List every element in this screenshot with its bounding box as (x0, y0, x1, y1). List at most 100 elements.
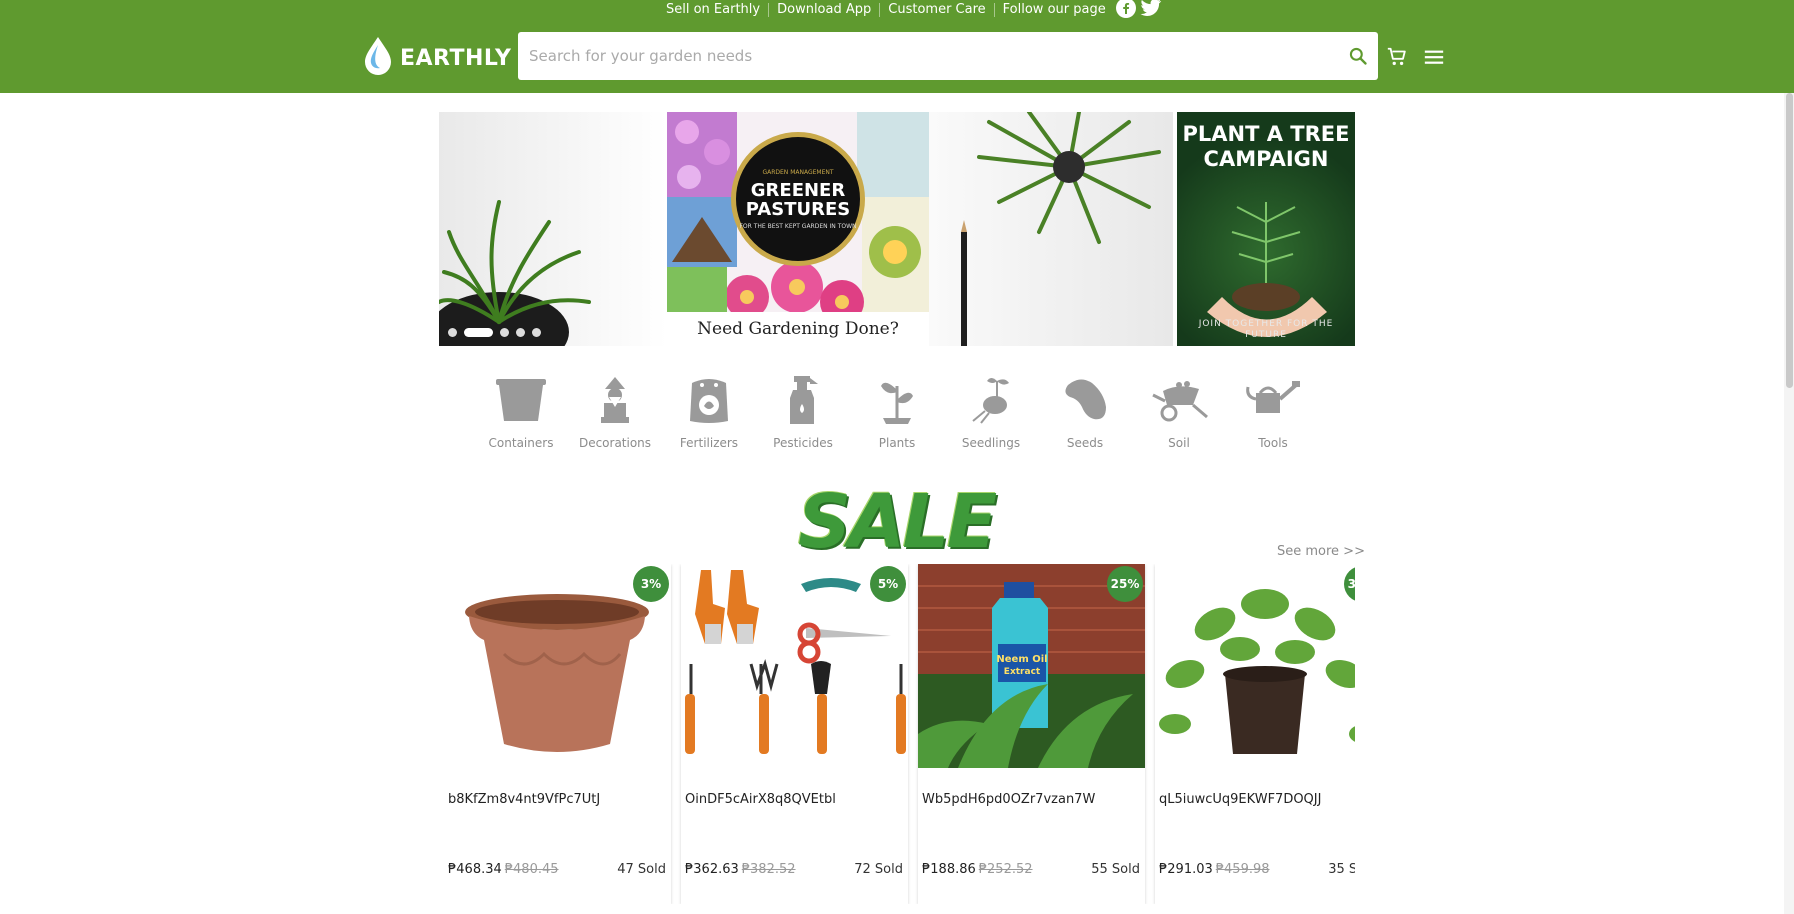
product-price: ₱468.34 ₱480.45 (448, 862, 559, 877)
carousel-slide-plant-a-tree: PLANT A TREE CAMPAIGN JOIN TOGETHER FOR … (1177, 112, 1355, 346)
category-label: Plants (878, 436, 916, 450)
carousel-dot-4[interactable] (516, 328, 525, 337)
search-icon[interactable] (1338, 32, 1378, 80)
product-card[interactable]: 3% b8KfZm8v4nt9VfPc7UtJ ₱468.34 ₱480.45 4… (444, 564, 671, 904)
see-more-link[interactable]: See more >> (1277, 544, 1365, 559)
seedling-icon (961, 372, 1021, 428)
customer-care-link[interactable]: Customer Care (880, 3, 995, 17)
facebook-icon[interactable] (1115, 0, 1136, 22)
product-name: Wb5pdH6pd0OZr7vzan7W (922, 792, 1096, 807)
sell-on-earthly-link[interactable]: Sell on Earthly (666, 3, 770, 17)
category-fertilizers[interactable]: Fertilizers (662, 372, 756, 462)
sale-product-list: 3% b8KfZm8v4nt9VfPc7UtJ ₱468.34 ₱480.45 4… (444, 564, 1355, 904)
sold-count: 35 Sold (1328, 862, 1355, 877)
product-name: b8KfZm8v4nt9VfPc7UtJ (448, 792, 601, 807)
join-together-footer: JOIN TOGETHER FOR THE FUTURE (1198, 319, 1334, 340)
fertilizer-icon (679, 372, 739, 428)
category-decorations[interactable]: Decorations (568, 372, 662, 462)
scrollbar-thumb[interactable] (1786, 93, 1793, 388)
product-name: qL5iuwcUq9EKWF7DOQJJ (1159, 792, 1322, 807)
discount-badge: 3% (633, 566, 669, 602)
category-label: Fertilizers (679, 436, 739, 450)
logo-text: EARTHLY (400, 45, 512, 71)
category-label: Tools (1258, 436, 1288, 450)
current-price: ₱362.63 (685, 862, 739, 877)
greener-pastures-subtitle: FOR THE BEST KEPT GARDEN IN TOWN (739, 222, 857, 230)
svg-text:Extract: Extract (1004, 667, 1041, 677)
category-label: Pesticides (773, 436, 833, 450)
sold-count: 72 Sold (854, 862, 903, 877)
sold-count: 47 Sold (617, 862, 666, 877)
garden-management-label: GARDEN MANAGEMENT (762, 168, 834, 176)
carousel-dot-2[interactable] (464, 328, 493, 337)
top-links-bar: Sell on Earthly Download App Customer Ca… (666, 0, 1162, 20)
greener-pastures-badge: GARDEN MANAGEMENT GREENER PASTURES FOR T… (731, 132, 865, 266)
carousel-dot-5[interactable] (532, 328, 541, 337)
sale-title: SALE (797, 479, 997, 565)
tools-icon (1243, 372, 1303, 428)
product-image-pothos: 37% (1155, 564, 1355, 768)
decoration-icon (585, 372, 645, 428)
current-price: ₱291.03 (1159, 862, 1213, 877)
category-pesticides[interactable]: Pesticides (756, 372, 850, 462)
seed-icon (1055, 372, 1115, 428)
category-seedlings[interactable]: Seedlings (944, 372, 1038, 462)
category-label: Seeds (1066, 436, 1104, 450)
need-gardening-caption: Need Gardening Done? (667, 312, 929, 346)
product-price: ₱188.86 ₱252.52 (922, 862, 1033, 877)
carousel-slide-plant-top (929, 112, 1173, 346)
svg-text:Neem Oil: Neem Oil (996, 654, 1047, 665)
greener-pastures-title: GREENER PASTURES (745, 179, 851, 220)
plant-icon (867, 372, 927, 428)
product-price: ₱291.03 ₱459.98 (1159, 862, 1270, 877)
search-bar (518, 32, 1378, 80)
water-drop-leaf-icon (362, 35, 394, 81)
category-label: Containers (488, 436, 554, 450)
menu-icon[interactable] (1421, 44, 1447, 70)
current-price: ₱468.34 (448, 862, 502, 877)
product-card[interactable]: 5% OinDF5cAirX8q8QVEtbl ₱362.63 ₱382.52 7… (681, 564, 908, 904)
follow-our-page-label: Follow our page (1002, 2, 1106, 17)
product-card[interactable]: 37% qL5iuwcUq9EKWF7DOQJJ ₱291.03₱459.98 … (1155, 564, 1355, 904)
category-containers[interactable]: Containers (474, 372, 568, 462)
original-price: ₱480.45 (504, 862, 559, 877)
category-bar: Containers Decorations Fertilizers Pesti… (474, 372, 1320, 462)
product-card[interactable]: Neem Oil Extract 25% Wb5pdH6pd0OZr7vzan7… (918, 564, 1145, 904)
product-image-neem-oil: Neem Oil Extract 25% (918, 564, 1145, 768)
pesticide-icon (773, 372, 833, 428)
download-app-link[interactable]: Download App (769, 3, 881, 17)
original-price: ₱382.52 (741, 862, 796, 877)
social-links (1115, 0, 1162, 22)
product-image-pot: 3% (444, 564, 671, 768)
category-label: Seedlings (961, 436, 1021, 450)
carousel-dot-1[interactable] (448, 328, 457, 337)
page-scrollbar[interactable] (1784, 93, 1794, 914)
carousel-slide-greener-pastures: GARDEN MANAGEMENT GREENER PASTURES FOR T… (667, 112, 929, 346)
discount-badge: 5% (870, 566, 906, 602)
category-plants[interactable]: Plants (850, 372, 944, 462)
carousel-dot-3[interactable] (500, 328, 509, 337)
twitter-icon[interactable] (1140, 0, 1162, 22)
product-price: ₱362.63 ₱382.52 (685, 862, 796, 877)
sold-count: 55 Sold (1091, 862, 1140, 877)
search-input[interactable] (518, 32, 1338, 80)
category-label: Decorations (578, 436, 652, 450)
promo-carousel[interactable]: GARDEN MANAGEMENT GREENER PASTURES FOR T… (439, 112, 1355, 346)
carousel-slide-plant-left (439, 112, 667, 346)
category-tools[interactable]: Tools (1226, 372, 1320, 462)
carousel-dots (448, 328, 541, 337)
original-price: ₱459.98 (1215, 862, 1270, 877)
cart-icon[interactable] (1384, 44, 1410, 70)
current-price: ₱188.86 (922, 862, 976, 877)
top-header: Sell on Earthly Download App Customer Ca… (0, 0, 1794, 93)
product-image-tools: 5% (681, 564, 908, 768)
category-soil[interactable]: Soil (1132, 372, 1226, 462)
category-seeds[interactable]: Seeds (1038, 372, 1132, 462)
earthly-logo[interactable]: EARTHLY (362, 35, 511, 81)
original-price: ₱252.52 (978, 862, 1033, 877)
category-label: Soil (1168, 436, 1190, 450)
container-icon (491, 372, 551, 428)
product-name: OinDF5cAirX8q8QVEtbl (685, 792, 836, 807)
discount-badge: 25% (1107, 566, 1143, 602)
soil-icon (1149, 372, 1209, 428)
